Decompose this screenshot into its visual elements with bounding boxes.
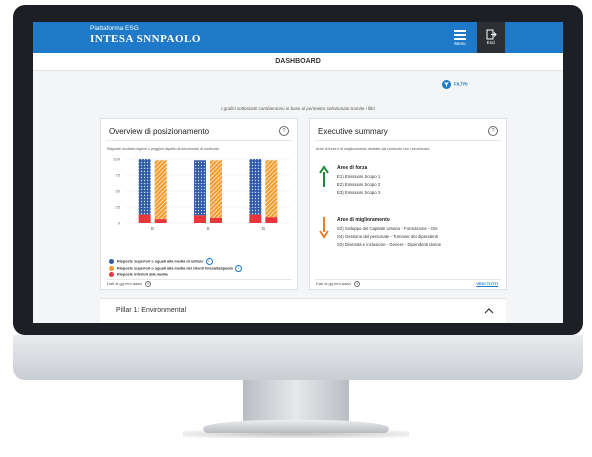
improvements-heading: Aree di miglioramento — [337, 217, 390, 223]
info-icon[interactable]: ? — [488, 126, 498, 136]
filter-icon — [442, 80, 451, 89]
app-header: Piattaforma ESG INTESA SNNPAOLO Menu Esc… — [33, 22, 563, 53]
strength-item: E1) Emissioni Scopo 1 — [337, 174, 381, 179]
legend-sector: Risposte superiori o uguali alla media d… — [109, 258, 213, 265]
pillar-accordion[interactable]: Pillar 1: Environmental — [100, 298, 506, 323]
bar-below-s — [210, 217, 222, 223]
chevron-up-icon[interactable] — [484, 308, 494, 314]
monitor-chin — [13, 335, 583, 380]
menu-label: Menu — [454, 41, 466, 46]
summary-date: Dati al gg.mm.aaaa — [316, 281, 360, 287]
summary-title: Executive summary — [318, 127, 388, 136]
clock-icon — [353, 281, 360, 287]
strength-item: E2) Emissioni Scopo 2 — [337, 182, 381, 187]
filter-note: I grafici sottostanti cambieranno in bas… — [221, 106, 375, 111]
positioning-bar-chart: 100 75 50 25 0 E S G — [113, 157, 291, 231]
overview-title: Overview di posizionamento — [109, 127, 210, 136]
legend-label-clients: Risposte superiori o uguali alla media d… — [117, 266, 234, 271]
bar-above-e — [138, 159, 151, 215]
summary-subtitle: Aree di forza e di miglioramento risulta… — [316, 147, 430, 151]
arrow-up-icon — [319, 165, 329, 187]
y-tick-label: 100 — [113, 157, 120, 162]
y-tick-label: 75 — [116, 173, 121, 178]
bar-below-g — [265, 217, 278, 223]
divider — [315, 140, 501, 141]
menu-button[interactable]: Menu — [447, 22, 473, 53]
bar-above-s — [210, 160, 222, 218]
legend-below: Risposte inferiori alla media — [109, 272, 168, 277]
divider — [315, 279, 501, 280]
filter-label: FILTRI — [454, 81, 468, 87]
y-tick-label: 0 — [118, 221, 121, 226]
hamburger-icon — [454, 30, 466, 40]
clock-icon — [144, 281, 151, 287]
bar-below-e — [138, 214, 151, 223]
legend-clients: Risposte superiori o uguali alla media d… — [109, 265, 243, 272]
bar-below-e — [154, 219, 167, 223]
overview-subtitle: Risposte risultate migliori o peggiori r… — [107, 147, 219, 151]
divider — [106, 279, 292, 280]
improvement-item: S4) Gestione del personale - Turnover de… — [337, 234, 438, 239]
legend-swatch-clients — [109, 266, 114, 271]
exit-button[interactable]: Esci — [477, 22, 505, 53]
improvement-item: S2) Sviluppo del Capitale Umano - Formaz… — [337, 226, 438, 231]
page-title: DASHBOARD — [33, 53, 563, 71]
y-tick-label: 50 — [116, 189, 121, 194]
logo-subtitle: Piattaforma ESG — [90, 25, 139, 32]
improvement-item: S3) Diversità e inclusione - Genere - Di… — [337, 242, 442, 247]
overview-card: Overview di posizionamento ? Risposte ri… — [100, 118, 298, 290]
brand-logo[interactable]: INTESA SNNPAOLO — [90, 33, 201, 45]
bar-above-s — [194, 160, 206, 216]
info-small-icon[interactable]: i — [235, 265, 243, 272]
bar-above-g — [265, 160, 278, 218]
overview-date: Dati al gg.mm.aaaa — [107, 281, 151, 287]
filter-button[interactable]: FILTRI — [442, 80, 468, 89]
x-tick-label: S — [206, 226, 209, 231]
arrow-down-icon — [319, 217, 329, 239]
y-tick-label: 25 — [116, 205, 121, 210]
monitor-screen: Piattaforma ESG INTESA SNNPAOLO Menu Esc… — [33, 22, 563, 323]
logout-icon — [486, 29, 497, 40]
x-tick-label: G — [262, 226, 266, 231]
overview-date-text: Dati al gg.mm.aaaa — [107, 281, 142, 287]
strength-item: E3) Emissioni Scopo 3 — [337, 190, 381, 195]
monitor-stand-neck — [243, 380, 349, 422]
x-tick-label: E — [151, 226, 154, 231]
see-all-link[interactable]: VEDI TUTTI — [476, 281, 498, 286]
info-icon[interactable]: ? — [279, 126, 289, 136]
legend-label-below: Risposte inferiori alla media — [117, 272, 168, 277]
legend-label-sector: Risposte superiori o uguali alla media d… — [117, 259, 204, 264]
monitor-stand-foot — [203, 420, 389, 433]
pillar-label: Pillar 1: Environmental — [116, 307, 187, 314]
bar-above-g — [249, 159, 262, 215]
divider — [106, 140, 292, 141]
executive-summary-card: Executive summary ? Aree di forza e di m… — [309, 118, 507, 290]
bar-below-g — [249, 214, 262, 223]
legend-swatch-sector — [109, 259, 114, 264]
info-small-icon[interactable]: i — [205, 258, 213, 265]
exit-label: Esci — [486, 40, 496, 45]
legend-swatch-below — [109, 272, 114, 277]
strengths-heading: Aree di forza — [337, 165, 368, 171]
bar-below-s — [194, 215, 206, 223]
bar-above-e — [154, 160, 167, 220]
summary-date-text: Dati al gg.mm.aaaa — [316, 281, 351, 287]
